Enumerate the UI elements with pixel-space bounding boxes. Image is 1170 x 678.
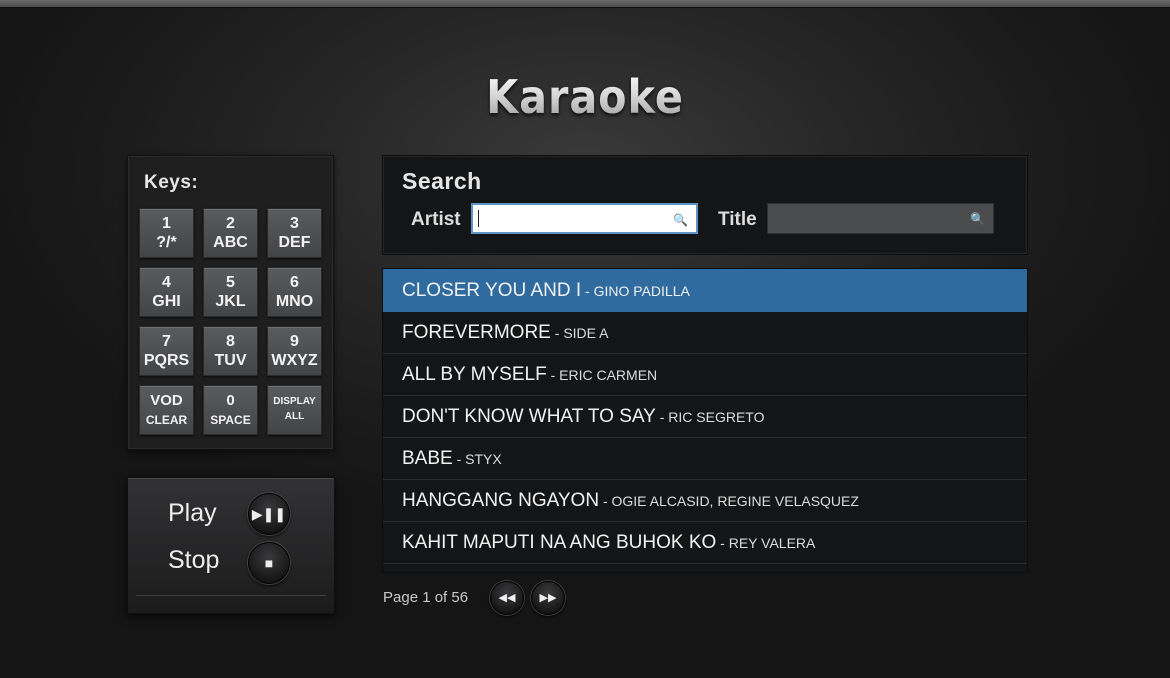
fast-forward-icon: ▶▶ (539, 592, 557, 604)
song-artist: RIC SEGRETO (668, 409, 765, 425)
key-sub-label: TUV (214, 352, 247, 369)
song-separator: - (546, 367, 560, 383)
song-title: FOREVERMORE (402, 322, 551, 343)
previous-page-button[interactable]: ◀◀ (490, 581, 524, 615)
key-2[interactable]: 2 ABC (203, 208, 258, 258)
search-panel: Search Artist 🔍 Title 🔍 (382, 155, 1028, 255)
key-sub-label: MNO (275, 293, 314, 310)
key-sub-label: ALL (284, 411, 305, 422)
song-list: CLOSER YOU AND I - GINO PADILLA FOREVERM… (382, 268, 1028, 573)
song-separator: - (550, 325, 564, 341)
search-icon[interactable]: 🔍 (673, 213, 688, 227)
app-title: Karaoke (59, 70, 1112, 124)
key-0[interactable]: 0 SPACE (203, 385, 258, 435)
stop-button[interactable]: ■ (248, 542, 290, 584)
key-main-label: 5 (226, 274, 235, 291)
song-row[interactable]: HANGGANG NGAYON - OGIE ALCASID, REGINE V… (383, 480, 1027, 522)
song-artist: REY VALERA (728, 535, 816, 551)
song-artist: SIDE A (563, 325, 609, 341)
key-8[interactable]: 8 TUV (203, 326, 258, 376)
song-separator: - (716, 535, 729, 551)
key-display-all[interactable]: DISPLAY ALL (267, 385, 322, 435)
song-row[interactable]: KAHIT MAPUTI NA ANG BUHOK KO - REY VALER… (383, 522, 1027, 564)
play-pause-icon: ▶❚❚ (251, 506, 287, 522)
search-title: Search (402, 168, 482, 194)
stop-icon: ■ (264, 555, 274, 571)
song-title: ALL BY MYSELF (402, 364, 547, 385)
song-title: DON'T KNOW WHAT TO SAY (402, 406, 656, 427)
key-main-label: 1 (162, 215, 171, 232)
rewind-icon: ◀◀ (498, 592, 516, 604)
key-main-label: VOD (150, 392, 183, 409)
key-main-label: 9 (290, 333, 299, 350)
text-cursor (478, 210, 479, 227)
key-7[interactable]: 7 PQRS (139, 326, 194, 376)
keypad-title: Keys: (144, 172, 199, 193)
key-6[interactable]: 6 MNO (267, 267, 322, 317)
song-artist: GINO PADILLA (593, 283, 690, 299)
song-title: HANGGANG NGAYON (402, 490, 600, 511)
key-main-label: 4 (162, 274, 171, 291)
song-artist: STYX (465, 451, 502, 467)
key-sub-label: WXYZ (271, 352, 318, 369)
key-sub-label: JKL (215, 293, 246, 310)
key-sub-label: PQRS (143, 352, 190, 369)
key-1[interactable]: 1 ?/* (139, 208, 194, 258)
key-vod-clear[interactable]: VOD CLEAR (139, 385, 194, 435)
song-row[interactable]: FOREVERMORE - SIDE A (383, 312, 1027, 354)
key-main-label: 8 (226, 333, 235, 350)
key-sub-label: ABC (213, 234, 248, 251)
key-main-label: 2 (226, 215, 235, 232)
stop-label: Stop (168, 546, 220, 574)
song-separator: - (452, 451, 466, 467)
key-main-label: 7 (162, 333, 171, 350)
key-4[interactable]: 4 GHI (139, 267, 194, 317)
song-row[interactable]: BABE - STYX (383, 438, 1027, 480)
key-sub-label: GHI (152, 293, 181, 310)
next-page-button[interactable]: ▶▶ (531, 581, 565, 615)
song-separator: - (655, 409, 669, 425)
key-sub-label: DEF (278, 234, 311, 251)
key-sub-label: CLEAR (145, 413, 188, 427)
play-pause-button[interactable]: ▶❚❚ (248, 493, 290, 535)
key-main-label: 3 (290, 215, 299, 232)
song-title: KAHIT MAPUTI NA ANG BUHOK KO (402, 532, 717, 553)
song-title: BABE (402, 448, 453, 469)
artist-search-field[interactable]: 🔍 (471, 203, 698, 234)
song-row[interactable]: DON'T KNOW WHAT TO SAY - RIC SEGRETO (383, 396, 1027, 438)
page-indicator: Page 1 of 56 (383, 589, 469, 606)
key-9[interactable]: 9 WXYZ (267, 326, 322, 376)
transport-divider (136, 595, 326, 596)
key-sub-label: SPACE (210, 413, 251, 427)
song-separator: - (599, 493, 612, 509)
key-3[interactable]: 3 DEF (267, 208, 322, 258)
song-artist: ERIC CARMEN (559, 367, 658, 383)
play-label: Play (168, 499, 217, 527)
artist-label: Artist (411, 209, 461, 230)
key-main-label: DISPLAY (273, 396, 316, 407)
song-artist: OGIE ALCASID, REGINE VELASQUEZ (611, 493, 859, 509)
top-strip (0, 0, 1170, 8)
key-sub-label: ?/* (156, 234, 177, 251)
song-row[interactable]: ALL BY MYSELF - ERIC CARMEN (383, 354, 1027, 396)
song-separator: - (581, 283, 594, 299)
key-5[interactable]: 5 JKL (203, 267, 258, 317)
artist-input[interactable] (473, 205, 696, 232)
search-icon[interactable]: 🔍 (970, 212, 985, 226)
transport-panel: Play ▶❚❚ Stop ■ (127, 477, 335, 614)
title-label: Title (718, 209, 757, 230)
title-input[interactable] (768, 204, 993, 233)
key-main-label: 6 (290, 274, 299, 291)
key-main-label: 0 (226, 392, 235, 409)
song-title: CLOSER YOU AND I (402, 280, 582, 301)
keypad-panel: Keys: 1 ?/* 2 ABC 3 DEF 4 GHI 5 JKL 6 MN… (127, 155, 334, 450)
title-search-field[interactable]: 🔍 (767, 203, 994, 234)
song-row[interactable]: CLOSER YOU AND I - GINO PADILLA (383, 269, 1027, 312)
